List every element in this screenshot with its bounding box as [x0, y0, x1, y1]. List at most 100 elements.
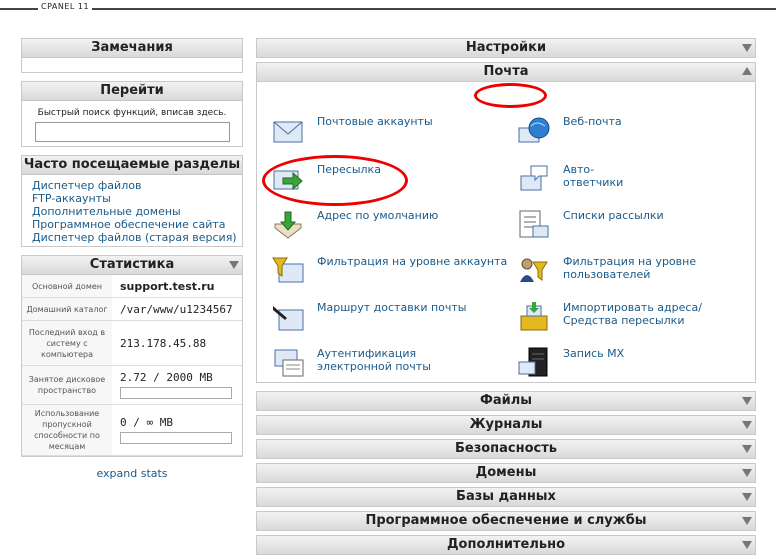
frequent-box: Часто посещаемые разделы Диспетчер файло… [21, 155, 243, 247]
webmail-globe-icon [518, 117, 550, 143]
user-filter-icon [520, 258, 548, 282]
link-addon-domains[interactable]: Дополнительные домены [32, 205, 242, 218]
stat-value-cell: 2.72 / 2000 MB [112, 365, 242, 405]
right-column: Настройки Почта Почтовые аккаунты Веб-по… [256, 38, 756, 559]
quick-search-input[interactable] [34, 122, 230, 142]
stats-title: Статистика [89, 257, 175, 272]
stats-header[interactable]: Статистика [22, 256, 242, 275]
section-settings[interactable]: Настройки [256, 38, 756, 58]
mx-entry-label: Запись MX [563, 347, 625, 360]
frequent-links: Диспетчер файлов FTP-аккаунты Дополнител… [22, 175, 242, 246]
table-row: Использование пропускной способности по … [22, 404, 242, 456]
mailing-list-icon [519, 210, 549, 238]
left-column: Замечания Перейти Быстрый поиск функций,… [21, 38, 243, 480]
section-advanced[interactable]: Дополнительно [256, 535, 756, 555]
delivery-route-icon [273, 306, 304, 331]
stat-label: Домашний каталог [22, 297, 112, 321]
section-logs[interactable]: Журналы [256, 415, 756, 435]
table-row: Занятое дисковое пространство 2.72 / 200… [22, 365, 242, 405]
delivery-route-label: Маршрут доставки почты [317, 301, 467, 314]
stats-table: Основной домен support.test.ru Домашний … [22, 275, 242, 456]
email-authentication-label: Аутентификация электронной почты [317, 347, 431, 373]
expand-arrow-icon[interactable] [742, 44, 752, 52]
envelope-icon [273, 121, 303, 143]
goto-box: Перейти Быстрый поиск функций, вписав зд… [21, 81, 243, 147]
goto-hint: Быстрый поиск функций, вписав здесь. [37, 108, 227, 118]
stat-label: Использование пропускной способности по … [22, 404, 112, 456]
mailing-lists-item[interactable]: Списки рассылки [517, 208, 664, 242]
collapse-arrow-icon[interactable] [742, 67, 752, 75]
delivery-route-item[interactable]: Маршрут доставки почты [271, 300, 467, 334]
notes-header: Замечания [22, 39, 242, 58]
section-title: Базы данных [456, 489, 556, 504]
mailing-lists-label: Списки рассылки [563, 209, 664, 222]
user-filter-item[interactable]: Фильтрация на уровне пользователей [517, 254, 703, 288]
table-row: Домашний каталог /var/www/u1234567 [22, 297, 242, 321]
import-item[interactable]: Импортировать адреса/Средства пересылки [517, 300, 703, 334]
expand-arrow-icon[interactable] [742, 493, 752, 501]
stat-value-cell: 0 / ∞ MB [112, 404, 242, 456]
user-filter-label: Фильтрация на уровне пользователей [563, 255, 697, 281]
expand-arrow-icon[interactable] [742, 421, 752, 429]
mail-accounts-item[interactable]: Почтовые аккаунты [271, 114, 433, 148]
import-label: Импортировать адреса/Средства пересылки [563, 301, 702, 327]
link-legacy-file-manager[interactable]: Диспетчер файлов (старая версия) [32, 231, 242, 244]
top-bar: CPANEL 11 [0, 0, 776, 22]
stat-value: /var/www/u1234567 [112, 297, 242, 321]
default-address-item[interactable]: Адрес по умолчанию [271, 208, 438, 242]
link-ftp-accounts[interactable]: FTP-аккаунты [32, 192, 242, 205]
expand-stats-link[interactable]: expand stats [21, 467, 243, 480]
goto-header: Перейти [22, 82, 242, 101]
table-row: Основной домен support.test.ru [22, 275, 242, 298]
expand-arrow-icon[interactable] [742, 397, 752, 405]
email-authentication-item[interactable]: Аутентификация электронной почты [271, 346, 477, 380]
mx-entry-item[interactable]: Запись MX [517, 346, 624, 380]
section-security[interactable]: Безопасность [256, 439, 756, 459]
collapse-arrow-icon[interactable] [229, 261, 239, 269]
mx-server-icon [518, 347, 548, 377]
highlight-circle-forwarders [262, 155, 408, 206]
cpanel-logo: CPANEL 11 [38, 2, 93, 11]
stat-label: Основной домен [22, 275, 112, 298]
autoresponders-label: Авто-ответчики [563, 163, 624, 189]
expand-arrow-icon[interactable] [742, 469, 752, 477]
section-title: Безопасность [454, 441, 558, 456]
autoresponders-item[interactable]: Авто-ответчики [517, 162, 623, 196]
stat-value: 0 / ∞ MB [120, 416, 173, 429]
section-title: Дополнительно [446, 537, 566, 552]
section-title: Файлы [479, 393, 533, 408]
link-site-software[interactable]: Программное обеспечение сайта [32, 218, 242, 231]
section-files[interactable]: Файлы [256, 391, 756, 411]
webmail-item[interactable]: Веб-почта [517, 114, 622, 148]
stats-box: Статистика Основной домен support.test.r… [21, 255, 243, 457]
account-filter-item[interactable]: Фильтрация на уровне аккаунта [271, 254, 507, 288]
expand-arrow-icon[interactable] [742, 541, 752, 549]
default-address-icon [274, 211, 302, 239]
expand-arrow-icon[interactable] [742, 445, 752, 453]
notes-body [22, 58, 242, 72]
stat-value: support.test.ru [112, 275, 242, 298]
frequent-header: Часто посещаемые разделы [22, 156, 242, 175]
disk-usage-bar [120, 387, 232, 399]
section-title: Домены [475, 465, 537, 480]
expand-arrow-icon[interactable] [742, 517, 752, 525]
section-domains[interactable]: Домены [256, 463, 756, 483]
notes-box: Замечания [21, 38, 243, 73]
section-mail[interactable]: Почта [256, 62, 756, 82]
stat-value: 2.72 / 2000 MB [120, 371, 213, 384]
section-title: Журналы [469, 417, 543, 432]
section-databases[interactable]: Базы данных [256, 487, 756, 507]
default-address-label: Адрес по умолчанию [317, 209, 439, 222]
section-title: Настройки [465, 40, 547, 55]
stat-label: Занятое дисковое пространство [22, 365, 112, 405]
mail-accounts-label: Почтовые аккаунты [317, 115, 433, 128]
stat-label: Последний вход в систему с компьютера [22, 320, 112, 366]
section-software[interactable]: Программное обеспечение и службы [256, 511, 756, 531]
section-title: Программное обеспечение и службы [365, 513, 647, 528]
top-divider [0, 8, 776, 10]
link-file-manager[interactable]: Диспетчер файлов [32, 179, 242, 192]
highlight-circle-mail [474, 83, 547, 108]
import-icon [520, 302, 548, 331]
stat-value: 213.178.45.88 [112, 320, 242, 366]
webmail-label: Веб-почта [563, 115, 622, 128]
